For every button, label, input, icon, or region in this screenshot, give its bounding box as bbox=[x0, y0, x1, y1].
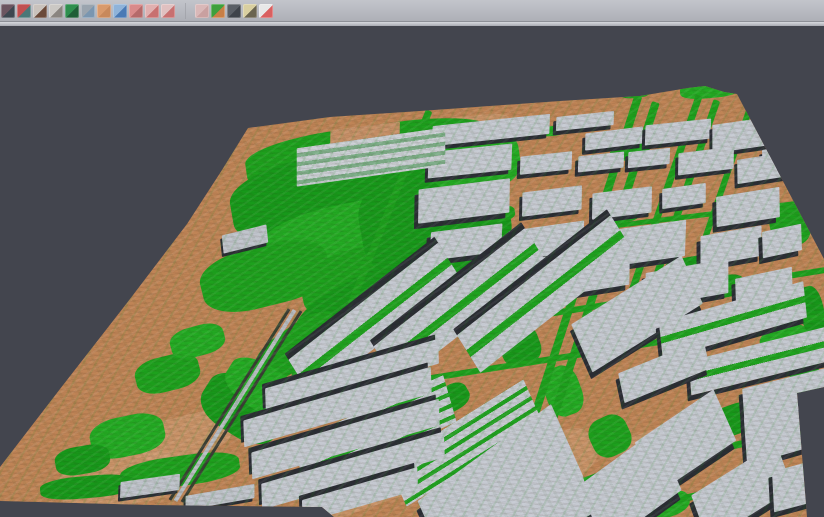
orthophoto-icon[interactable] bbox=[97, 4, 111, 18]
classification-list-icon[interactable] bbox=[129, 4, 143, 18]
pointcloud-terrain bbox=[0, 26, 824, 517]
building-roof bbox=[522, 185, 582, 217]
dem-mountain-icon[interactable] bbox=[33, 4, 47, 18]
building-roof bbox=[592, 186, 652, 220]
globe-icon[interactable] bbox=[113, 4, 127, 18]
points-color-icon[interactable] bbox=[17, 4, 31, 18]
classified-view-icon[interactable] bbox=[211, 4, 225, 18]
toolbar-icon-strip bbox=[0, 0, 274, 21]
dataset-icon[interactable] bbox=[1, 4, 15, 18]
circle-select-icon[interactable] bbox=[145, 4, 159, 18]
render-settings-icon[interactable] bbox=[227, 4, 241, 18]
vegetation-patch bbox=[679, 79, 740, 100]
main-toolbar bbox=[0, 0, 824, 22]
building-roof bbox=[520, 151, 572, 175]
terrain-green-icon[interactable] bbox=[65, 4, 79, 18]
grid-icon[interactable] bbox=[195, 4, 209, 18]
bounding-box-icon[interactable] bbox=[243, 4, 257, 18]
building-roof bbox=[628, 148, 670, 169]
application-window bbox=[0, 0, 824, 517]
viewport-3d[interactable] bbox=[0, 26, 824, 517]
contour-icon[interactable] bbox=[49, 4, 63, 18]
layers-icon[interactable] bbox=[259, 4, 273, 18]
profile-icon[interactable] bbox=[81, 4, 95, 18]
building-roof bbox=[762, 224, 802, 259]
building-roof bbox=[737, 152, 789, 184]
zoom-extents-icon[interactable] bbox=[161, 4, 175, 18]
building-light bbox=[186, 484, 255, 510]
vegetation-patch bbox=[167, 319, 228, 362]
toolbar-separator bbox=[176, 3, 186, 19]
building-roof bbox=[556, 111, 614, 131]
